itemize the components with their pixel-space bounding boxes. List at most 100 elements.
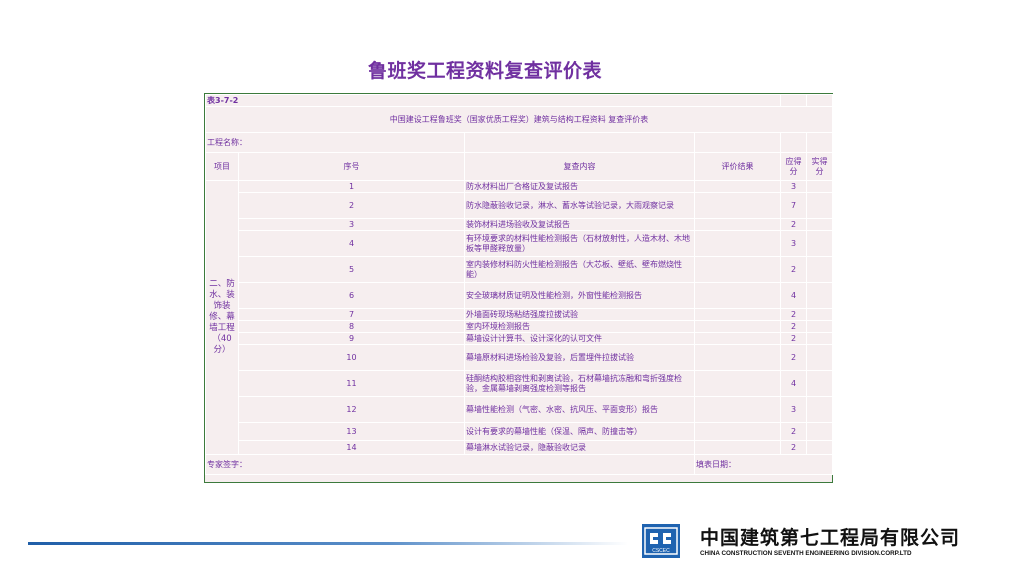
row-actual-score [806, 256, 834, 283]
header-due: 应得分 [780, 152, 808, 181]
row-actual-score [806, 282, 834, 309]
project-name-row: 工程名称： [205, 132, 834, 153]
row-result [693, 396, 782, 423]
table-row: 12 幕墙性能检测（气密、水密、抗风压、平面变形）报告 3 [206, 396, 834, 423]
section-label: 二、防水、装饰装修、幕墙工程（40分） [205, 180, 239, 455]
row-seq: 14 [238, 440, 465, 455]
row-seq: 2 [238, 192, 465, 219]
row-due-score: 3 [780, 396, 808, 423]
table-row: 2 防水隐蔽验收记录，淋水、蓄水等试验记录，大雨观察记录 7 [206, 192, 834, 219]
row-content: 幕墙淋水试验记录，隐蔽验收记录 [464, 440, 695, 455]
row-due-score: 4 [780, 282, 808, 309]
row-content: 室内环境检测报告 [464, 320, 695, 333]
company-logo: CSCEC [642, 524, 680, 558]
footer-divider [28, 542, 628, 545]
header-row: 项目 序号 复查内容 评价结果 应得分 实得分 [205, 152, 834, 181]
review-sheet: 表3-7-2 中国建设工程鲁班奖（国家优质工程奖）建筑与结构工程资料 复查评价表… [204, 93, 834, 483]
header-content: 复查内容 [464, 152, 695, 181]
row-content: 安全玻璃材质证明及性能检测，外窗性能检测报告 [464, 282, 695, 309]
row-seq: 11 [238, 370, 465, 397]
table-row: 二、防水、装饰装修、幕墙工程（40分） 1 防水材料出厂合格证及复试报告 3 [205, 180, 834, 455]
row-due-score: 2 [780, 218, 808, 231]
row-seq: 8 [238, 320, 465, 333]
row-seq: 9 [238, 332, 465, 345]
table-row: 5 室内装修材料防火性能检测报告（大芯板、壁纸、壁布燃烧性能） 2 [206, 256, 834, 283]
row-result [693, 218, 782, 231]
row-seq: 13 [238, 422, 465, 441]
row-content: 幕墙原材料进场检验及复验，后置埋件拉拔试验 [464, 344, 695, 371]
row-actual-score [806, 308, 834, 321]
sign-row: 专家签字： 填表日期： [205, 454, 834, 475]
row-due-score: 2 [780, 344, 808, 371]
row-due-score: 4 [780, 370, 808, 397]
table-subtitle: 中国建设工程鲁班奖（国家优质工程奖）建筑与结构工程资料 复查评价表 [204, 106, 834, 133]
table-row: 6 安全玻璃材质证明及性能检测，外窗性能检测报告 4 [206, 282, 834, 309]
svg-text:CSCEC: CSCEC [652, 548, 670, 554]
row-due-score: 2 [780, 308, 808, 321]
row-result [693, 344, 782, 371]
row-content: 外墙面砖现场粘结强度拉拔试验 [464, 308, 695, 321]
row-result [693, 422, 782, 441]
table-subtitle-row: 中国建设工程鲁班奖（国家优质工程奖）建筑与结构工程资料 复查评价表 [204, 106, 834, 133]
row-actual-score [806, 344, 834, 371]
row-actual-score [806, 192, 834, 219]
row-result [693, 230, 782, 257]
row-content: 硅酮结构胶相容性和剥离试验，石材幕墙抗冻融和弯折强度检验，金属幕墙剥离强度检测等… [464, 370, 695, 397]
row-due-score: 7 [780, 192, 808, 219]
row-content: 幕墙性能检测（气密、水密、抗风压、平面变形）报告 [464, 396, 695, 423]
row-result [693, 256, 782, 283]
row-actual-score [806, 332, 834, 345]
row-result [693, 192, 782, 219]
table-row: 13 设计有要求的幕墙性能（保温、隔声、防撞击等） 2 [206, 422, 834, 441]
row-result [693, 320, 782, 333]
row-seq: 7 [238, 308, 465, 321]
row-actual-score [806, 440, 834, 455]
row-content: 装饰材料进场验收及复试报告 [464, 218, 695, 231]
row-due-score: 3 [780, 180, 808, 193]
table-row: 3 装饰材料进场验收及复试报告 2 [206, 218, 834, 231]
table-row: 10 幕墙原材料进场检验及复验，后置埋件拉拔试验 2 [206, 344, 834, 371]
row-seq: 1 [238, 180, 465, 193]
table-code-row: 表3-7-2 [204, 94, 834, 107]
row-actual-score [806, 218, 834, 231]
header-item: 项目 [205, 152, 239, 181]
row-due-score: 2 [780, 256, 808, 283]
review-table: 表3-7-2 中国建设工程鲁班奖（国家优质工程奖）建筑与结构工程资料 复查评价表… [204, 94, 834, 475]
project-name-label: 工程名称： [205, 132, 465, 153]
row-actual-score [806, 180, 834, 193]
row-result [693, 440, 782, 455]
row-actual-score [806, 422, 834, 441]
row-content: 防水隐蔽验收记录，淋水、蓄水等试验记录，大雨观察记录 [464, 192, 695, 219]
row-result [693, 282, 782, 309]
table-code: 表3-7-2 [204, 94, 782, 107]
row-due-score: 2 [780, 422, 808, 441]
company-name-cn: 中国建筑第七工程局有限公司 [700, 527, 961, 549]
row-seq: 4 [238, 230, 465, 257]
row-seq: 3 [238, 218, 465, 231]
page-title: 鲁班奖工程资料复查评价表 [367, 60, 602, 82]
row-content: 有环境要求的材料性能检测报告（石材放射性，人造木材、木地板等甲醛释放量） [464, 230, 695, 257]
header-actual: 实得分 [806, 152, 834, 181]
header-seq: 序号 [238, 152, 465, 181]
row-content: 设计有要求的幕墙性能（保温、隔声、防撞击等） [464, 422, 695, 441]
table-row: 4 有环境要求的材料性能检测报告（石材放射性，人造木材、木地板等甲醛释放量） 3 [206, 230, 834, 257]
table-row: 11 硅酮结构胶相容性和剥离试验，石材幕墙抗冻融和弯折强度检验，金属幕墙剥离强度检… [206, 370, 834, 397]
row-result [693, 180, 782, 193]
row-actual-score [806, 370, 834, 397]
row-result [693, 370, 782, 397]
expert-sign-label: 专家签字： [205, 454, 695, 475]
cscec-logo-icon: CSCEC [644, 527, 678, 555]
row-due-score: 3 [780, 230, 808, 257]
header-result: 评价结果 [693, 152, 782, 181]
table-row: 8 室内环境检测报告 2 [206, 320, 834, 333]
table-row: 9 幕墙设计计算书、设计深化的认可文件 2 [206, 332, 834, 345]
row-seq: 5 [238, 256, 465, 283]
fill-date-label: 填表日期： [693, 454, 834, 475]
row-seq: 12 [238, 396, 465, 423]
row-content: 室内装修材料防火性能检测报告（大芯板、壁纸、壁布燃烧性能） [464, 256, 695, 283]
row-result [693, 332, 782, 345]
row-seq: 6 [238, 282, 465, 309]
row-actual-score [806, 320, 834, 333]
row-seq: 10 [238, 344, 465, 371]
row-due-score: 2 [780, 320, 808, 333]
